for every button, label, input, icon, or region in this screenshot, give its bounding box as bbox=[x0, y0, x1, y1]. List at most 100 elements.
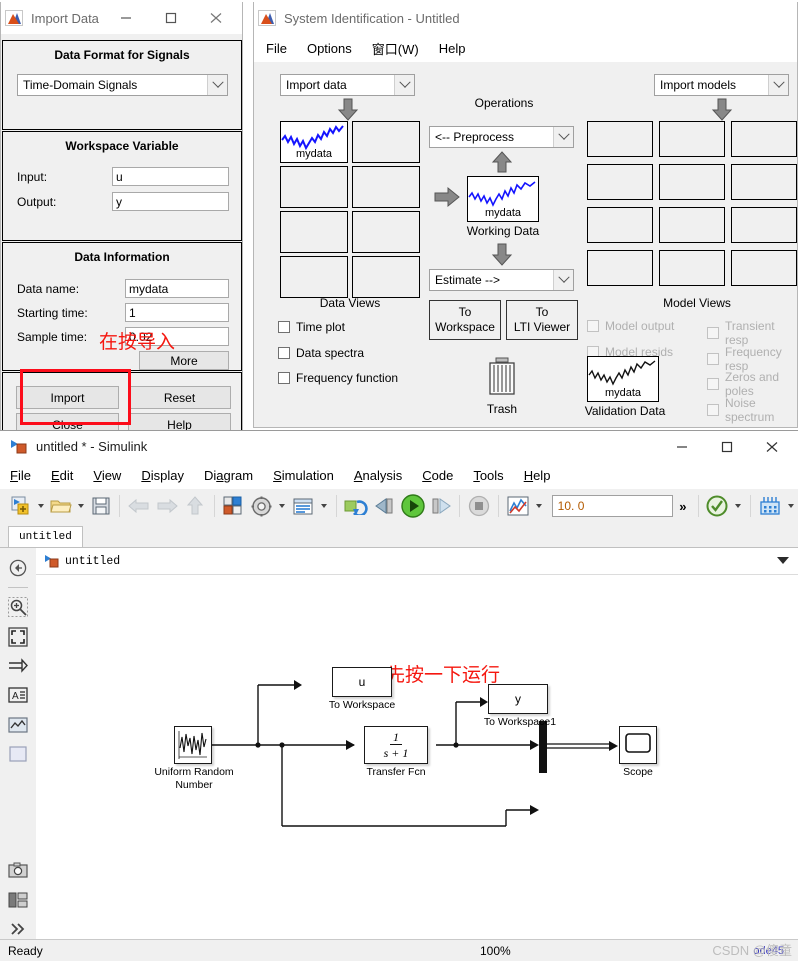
model-slot-empty[interactable] bbox=[587, 121, 653, 157]
menu-help[interactable]: Help bbox=[524, 468, 551, 483]
trash-icon[interactable] bbox=[482, 356, 522, 400]
annotation-icon[interactable]: A bbox=[7, 685, 29, 705]
data-slot-empty[interactable] bbox=[352, 166, 420, 208]
update-model-icon[interactable] bbox=[342, 497, 372, 515]
zoom-icon[interactable] bbox=[7, 597, 29, 618]
minimize-icon[interactable] bbox=[103, 3, 148, 33]
model-slot-empty[interactable] bbox=[587, 164, 653, 200]
step-forward-icon[interactable] bbox=[428, 496, 454, 516]
check-model-dropdown-icon[interactable] bbox=[735, 504, 742, 508]
data-inspector-icon[interactable] bbox=[504, 496, 532, 516]
menu-options[interactable]: Options bbox=[307, 41, 352, 56]
menu-file[interactable]: File bbox=[10, 468, 31, 483]
block-transfer-fcn[interactable]: 1 s + 1 bbox=[364, 726, 428, 764]
checkbox-model-output[interactable]: Model output bbox=[587, 319, 674, 333]
model-slot-empty[interactable] bbox=[659, 250, 725, 286]
model-slot-empty[interactable] bbox=[659, 121, 725, 157]
menu-simulation[interactable]: Simulation bbox=[273, 468, 334, 483]
data-slot-empty[interactable] bbox=[280, 166, 348, 208]
output-field[interactable]: y bbox=[112, 192, 229, 211]
model-canvas[interactable]: untitled 先按一下运行 Uniform Random Number u … bbox=[36, 548, 798, 939]
import-data-combo[interactable]: Import data bbox=[280, 74, 415, 96]
checkbox-frequency-function[interactable]: Frequency function bbox=[278, 371, 398, 385]
viewer-icon[interactable] bbox=[7, 714, 29, 734]
model-slot-empty[interactable] bbox=[731, 164, 797, 200]
checkbox-transient-resp[interactable]: Transient resp bbox=[707, 319, 797, 347]
check-model-icon[interactable] bbox=[703, 495, 731, 517]
new-model-dropdown-icon[interactable] bbox=[38, 504, 44, 508]
to-workspace-button[interactable]: To Workspace bbox=[429, 300, 501, 340]
menu-help[interactable]: Help bbox=[439, 41, 466, 56]
block-scope[interactable] bbox=[619, 726, 657, 764]
data-name-field[interactable]: mydata bbox=[125, 279, 229, 298]
maximize-icon[interactable] bbox=[148, 3, 193, 33]
model-slot-empty[interactable] bbox=[659, 164, 725, 200]
model-explorer-icon[interactable] bbox=[289, 498, 317, 515]
close-icon[interactable] bbox=[749, 432, 794, 462]
menu-file[interactable]: File bbox=[266, 41, 287, 56]
step-back-icon[interactable] bbox=[372, 496, 398, 516]
menu-view[interactable]: View bbox=[93, 468, 121, 483]
menu-display[interactable]: Display bbox=[141, 468, 184, 483]
data-format-combo[interactable]: Time-Domain Signals bbox=[17, 74, 228, 96]
block-to-workspace1[interactable]: y bbox=[488, 684, 548, 714]
gear-icon[interactable] bbox=[247, 496, 275, 517]
maximize-icon[interactable] bbox=[704, 432, 749, 462]
to-lti-viewer-button[interactable]: To LTI Viewer bbox=[506, 300, 578, 340]
menu-code[interactable]: Code bbox=[422, 468, 453, 483]
model-slot-empty[interactable] bbox=[731, 250, 797, 286]
sample-time-dropdown-icon[interactable] bbox=[788, 504, 794, 508]
menu-window[interactable]: 窗口(W) bbox=[372, 39, 419, 58]
model-explorer-dropdown-icon[interactable] bbox=[321, 504, 328, 508]
model-slot-empty[interactable] bbox=[587, 250, 653, 286]
fit-to-view-icon[interactable] bbox=[7, 627, 29, 647]
screenshot-icon[interactable] bbox=[7, 860, 29, 880]
new-model-icon[interactable] bbox=[8, 496, 34, 516]
area-icon[interactable] bbox=[7, 744, 29, 764]
checkbox-frequency-resp[interactable]: Frequency resp bbox=[707, 345, 797, 373]
model-slot-empty[interactable] bbox=[731, 121, 797, 157]
open-folder-icon[interactable] bbox=[48, 497, 74, 515]
data-slot-empty[interactable] bbox=[280, 211, 348, 253]
menu-edit[interactable]: Edit bbox=[51, 468, 73, 483]
menu-diagram[interactable]: Diagram bbox=[204, 468, 253, 483]
starting-time-field[interactable]: 1 bbox=[125, 303, 229, 322]
sample-time-icon[interactable] bbox=[756, 496, 784, 516]
block-to-workspace[interactable]: u bbox=[332, 667, 392, 697]
preprocess-combo[interactable]: <-- Preprocess bbox=[429, 126, 574, 148]
checkbox-time-plot[interactable]: Time plot bbox=[278, 320, 345, 334]
validation-data-box[interactable]: mydata bbox=[587, 356, 659, 402]
open-dropdown-icon[interactable] bbox=[78, 504, 84, 508]
model-slot-empty[interactable] bbox=[587, 207, 653, 243]
menu-tools[interactable]: Tools bbox=[473, 468, 503, 483]
input-field[interactable]: u bbox=[112, 167, 229, 186]
toolbar-overflow-icon[interactable]: » bbox=[679, 499, 686, 514]
import-models-combo[interactable]: Import models bbox=[654, 74, 789, 96]
reset-button[interactable]: Reset bbox=[128, 386, 231, 409]
minimize-icon[interactable] bbox=[659, 432, 704, 462]
navigate-back-icon[interactable] bbox=[7, 558, 29, 578]
run-icon[interactable] bbox=[398, 493, 428, 519]
data-slot-empty[interactable] bbox=[352, 121, 420, 163]
model-slot-empty[interactable] bbox=[731, 207, 797, 243]
data-slot-empty[interactable] bbox=[352, 211, 420, 253]
sim-stop-time-input[interactable]: 10. 0 bbox=[551, 495, 674, 517]
block-mux[interactable] bbox=[537, 719, 549, 775]
model-config-dropdown-icon[interactable] bbox=[279, 504, 286, 508]
data-inspector-dropdown-icon[interactable] bbox=[535, 504, 542, 508]
data-slot-empty[interactable] bbox=[352, 256, 420, 298]
block-uniform-random-number[interactable] bbox=[174, 726, 212, 764]
data-slot-empty[interactable] bbox=[280, 256, 348, 298]
save-icon[interactable] bbox=[88, 497, 114, 515]
checkbox-zeros-and-poles[interactable]: Zeros and poles bbox=[707, 370, 797, 398]
close-icon[interactable] bbox=[193, 3, 238, 33]
model-slot-empty[interactable] bbox=[659, 207, 725, 243]
layout-icon[interactable] bbox=[7, 889, 29, 909]
estimate-combo[interactable]: Estimate --> bbox=[429, 269, 574, 291]
tab-untitled[interactable]: untitled bbox=[8, 526, 83, 547]
menu-analysis[interactable]: Analysis bbox=[354, 468, 402, 483]
checkbox-noise-spectrum[interactable]: Noise spectrum bbox=[707, 396, 797, 424]
checkbox-data-spectra[interactable]: Data spectra bbox=[278, 346, 364, 360]
route-signals-icon[interactable] bbox=[7, 656, 29, 676]
working-data-box[interactable]: mydata bbox=[467, 176, 539, 222]
